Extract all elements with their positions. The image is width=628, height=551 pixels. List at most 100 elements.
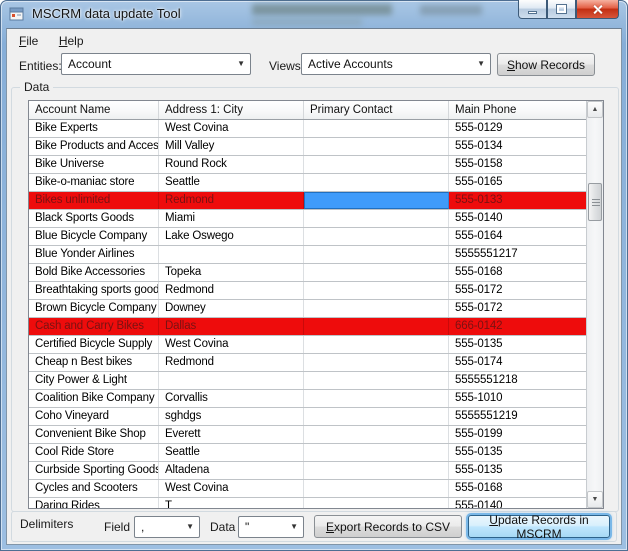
grid-cell[interactable] [304,174,449,191]
grid-cell[interactable]: Mill Valley [159,138,304,155]
grid-cell[interactable]: Lake Oswego [159,228,304,245]
grid-cell[interactable] [304,480,449,497]
grid-cell[interactable]: Redmond [159,192,304,209]
grid-cell[interactable] [304,318,449,335]
scroll-up-button[interactable]: ▲ [587,101,603,118]
grid-cell[interactable]: Round Rock [159,156,304,173]
grid-cell[interactable]: Seattle [159,444,304,461]
grid-cell[interactable] [304,300,449,317]
grid-cell[interactable] [159,372,304,389]
minimize-button[interactable] [518,0,547,19]
column-header-address-city[interactable]: Address 1: City [159,101,304,119]
grid-cell[interactable] [304,390,449,407]
grid-cell[interactable] [304,210,449,227]
grid-cell[interactable]: 555-1010 [449,390,586,407]
grid-cell[interactable]: 555-0174 [449,354,586,371]
grid-cell[interactable]: Altadena [159,462,304,479]
column-header-main-phone[interactable]: Main Phone [449,101,586,119]
grid-cell[interactable]: Bold Bike Accessories [29,264,159,281]
column-header-account-name[interactable]: Account Name [29,101,159,119]
grid-cell[interactable]: 555-0135 [449,462,586,479]
grid-cell[interactable]: Redmond [159,282,304,299]
show-records-button[interactable]: Show Records [497,53,595,76]
grid-cell[interactable]: Certified Bicycle Supply [29,336,159,353]
grid-cell[interactable]: 5555551217 [449,246,586,263]
grid-cell[interactable]: 555-0140 [449,498,586,508]
grid-cell[interactable]: 555-0133 [449,192,586,209]
field-delimiter-select[interactable]: , ▼ [134,516,200,538]
grid-cell[interactable]: 555-0158 [449,156,586,173]
grid-cell[interactable]: Bike-o-maniac store [29,174,159,191]
grid-cell[interactable]: 555-0168 [449,480,586,497]
grid-cell[interactable]: 555-0168 [449,264,586,281]
grid-cell[interactable]: 555-0172 [449,300,586,317]
grid-cell[interactable]: Cycles and Scooters [29,480,159,497]
grid-cell[interactable]: 555-0134 [449,138,586,155]
grid-cell[interactable]: Miami [159,210,304,227]
grid-cell[interactable]: 5555551218 [449,372,586,389]
grid-cell[interactable]: Cash and Carry Bikes [29,318,159,335]
title-bar[interactable]: MSCRM data update Tool [0,0,628,28]
scroll-down-button[interactable]: ▼ [587,491,603,508]
grid-cell[interactable] [304,462,449,479]
maximize-button[interactable] [547,0,576,19]
grid-cell[interactable]: T [159,498,304,508]
grid-cell[interactable]: Bike Universe [29,156,159,173]
grid-cell[interactable] [304,354,449,371]
grid-cell[interactable] [159,246,304,263]
grid-cell[interactable]: West Covina [159,336,304,353]
grid-cell[interactable]: Corvallis [159,390,304,407]
update-mscrm-button[interactable]: Update Records in MSCRM [468,515,610,538]
grid-cell[interactable] [304,498,449,508]
grid-cell[interactable]: 555-0172 [449,282,586,299]
grid-cell[interactable] [304,228,449,245]
grid-cell[interactable]: West Covina [159,120,304,137]
grid-cell[interactable]: sghdgs [159,408,304,425]
grid-cell[interactable] [304,192,449,209]
grid-cell[interactable]: 5555551219 [449,408,586,425]
grid-cell[interactable]: Redmond [159,354,304,371]
grid-cell[interactable]: Topeka [159,264,304,281]
grid-cell[interactable]: Blue Yonder Airlines [29,246,159,263]
grid-cell[interactable]: Blue Bicycle Company [29,228,159,245]
grid-cell[interactable]: 555-0165 [449,174,586,191]
grid-cell[interactable] [304,246,449,263]
grid-cell[interactable]: Dallas [159,318,304,335]
scroll-thumb[interactable] [588,183,602,221]
grid-cell[interactable]: 555-0129 [449,120,586,137]
grid-cell[interactable]: Everett [159,426,304,443]
grid-cell[interactable] [304,408,449,425]
grid-cell[interactable]: 555-0135 [449,444,586,461]
grid-cell[interactable]: Bikes unlimited [29,192,159,209]
grid-cell[interactable]: Coalition Bike Company [29,390,159,407]
vertical-scrollbar[interactable]: ▲ ▼ [586,101,603,508]
grid-cell[interactable]: 555-0135 [449,336,586,353]
grid-cell[interactable] [304,138,449,155]
grid-cell[interactable]: 555-0199 [449,426,586,443]
grid-cell[interactable] [304,120,449,137]
grid-cell[interactable]: Downey [159,300,304,317]
views-select[interactable]: Active Accounts ▼ [301,53,491,75]
grid-cell[interactable]: Bike Experts [29,120,159,137]
grid-cell[interactable]: Cool Ride Store [29,444,159,461]
grid-cell[interactable]: Curbside Sporting Goods [29,462,159,479]
grid-cell[interactable]: Coho Vineyard [29,408,159,425]
grid-cell[interactable]: Brown Bicycle Company [29,300,159,317]
grid-cell[interactable]: Convenient Bike Shop [29,426,159,443]
grid-cell[interactable] [304,336,449,353]
grid-cell[interactable] [304,426,449,443]
grid-cell[interactable]: Bike Products and Access... [29,138,159,155]
grid-cell[interactable] [304,156,449,173]
grid-cell[interactable]: 555-0140 [449,210,586,227]
export-csv-button[interactable]: Export Records to CSV [314,515,462,538]
grid-cell[interactable]: 555-0164 [449,228,586,245]
grid-cell[interactable]: Breathtaking sports goods [29,282,159,299]
grid-cell[interactable] [304,264,449,281]
grid-cell[interactable]: Black Sports Goods [29,210,159,227]
data-delimiter-select[interactable]: " ▼ [238,516,304,538]
grid-cell[interactable] [304,372,449,389]
grid-cell[interactable]: Seattle [159,174,304,191]
menu-item-file[interactable]: File [11,29,46,52]
grid-cell[interactable] [304,282,449,299]
grid-cell[interactable]: City Power & Light [29,372,159,389]
